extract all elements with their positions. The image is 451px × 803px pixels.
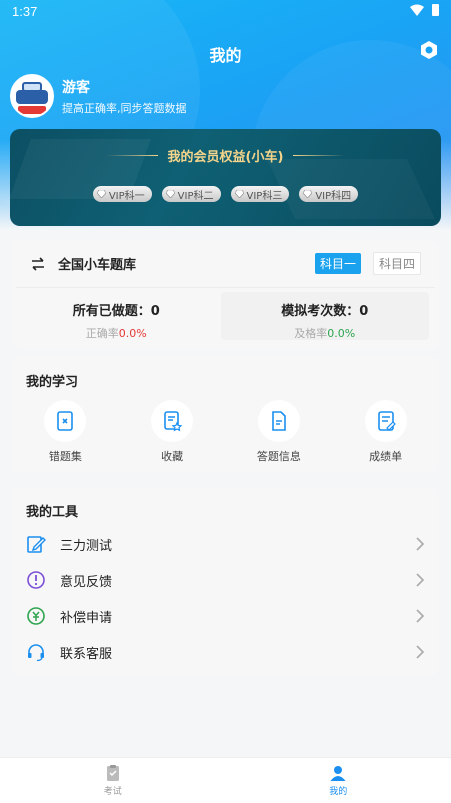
chevron-right-icon (416, 645, 425, 659)
vip-title-divider (293, 155, 346, 156)
tools-section-title: 我的工具 (26, 505, 79, 520)
exam-icon (106, 765, 119, 781)
subject-tab-k1[interactable]: 科目一 (314, 253, 361, 274)
profile-section[interactable]: 游客 提高正确率,同步答题数据 (10, 74, 187, 118)
status-bar: 1:37 (0, 0, 451, 24)
user-subtitle: 提高正确率,同步答题数据 (62, 101, 187, 115)
study-section-title: 我的学习 (26, 375, 79, 390)
edit-test-icon (27, 536, 46, 553)
study-item-wrong-book[interactable]: 错题集 (12, 400, 119, 464)
chevron-right-icon (416, 573, 425, 587)
battery-icon (432, 4, 439, 16)
score-report-icon (377, 411, 396, 431)
tool-contact-service[interactable]: 联系客服 (12, 634, 439, 670)
study-item-score-report[interactable]: 成绩单 (332, 400, 439, 464)
wifi-icon (410, 4, 424, 16)
vip-badge-k2[interactable]: VIP科二 (161, 186, 221, 202)
vip-benefits-card[interactable]: 我的会员权益(小车) VIP科一 VIP科二 VIP科三 VIP科四 (10, 129, 441, 226)
vip-badge-k1[interactable]: VIP科一 (92, 186, 152, 202)
my-tools-card: 我的工具 三力测试 意见反馈 补偿申请 联系客服 (12, 487, 439, 676)
tab-mine[interactable]: 我的 (226, 758, 451, 803)
vip-badge-k4[interactable]: VIP科四 (299, 186, 359, 202)
tool-feedback[interactable]: 意见反馈 (12, 562, 439, 598)
wrong-book-icon (57, 411, 74, 431)
mock-exam-stat[interactable]: 模拟考次数：0 及格率0.0% (220, 292, 429, 340)
tool-three-skills-test[interactable]: 三力测试 (12, 526, 439, 562)
chevron-right-icon (416, 537, 425, 551)
vip-badge-k3[interactable]: VIP科三 (230, 186, 290, 202)
avatar[interactable] (10, 74, 54, 118)
feedback-icon (27, 571, 45, 589)
diamond-icon (96, 190, 106, 198)
question-bank-name[interactable]: 全国小车题库 (58, 254, 303, 273)
vip-title: 我的会员权益(小车) (167, 150, 284, 165)
chevron-right-icon (416, 609, 425, 623)
compensation-icon (27, 607, 45, 625)
diamond-icon (234, 190, 244, 198)
tool-compensation[interactable]: 补偿申请 (12, 598, 439, 634)
question-bank-card: 全国小车题库 科目一 科目四 所有已做题：0 正确率0.0% 模拟考次数：0 及… (12, 240, 439, 350)
status-time: 1:37 (12, 4, 38, 19)
done-questions-stat[interactable]: 所有已做题：0 正确率0.0% (12, 288, 221, 341)
vip-title-divider (105, 155, 158, 156)
diamond-icon (165, 190, 175, 198)
answer-info-icon (272, 411, 286, 431)
user-name: 游客 (62, 79, 90, 96)
user-icon (330, 766, 346, 781)
settings-icon[interactable] (419, 40, 439, 60)
study-item-favorite[interactable]: 收藏 (119, 400, 226, 464)
my-study-card: 我的学习 错题集 收藏 答题信息 成绩单 (12, 357, 439, 473)
tab-exam[interactable]: 考试 (0, 758, 226, 803)
favorite-icon (164, 411, 183, 432)
page-title: 我的 (209, 46, 242, 65)
study-item-answer-info[interactable]: 答题信息 (226, 400, 333, 464)
headset-icon (28, 644, 44, 662)
swap-icon[interactable] (30, 256, 46, 272)
diamond-icon (303, 190, 313, 198)
subject-tab-k4[interactable]: 科目四 (372, 252, 421, 275)
bottom-tab-bar: 考试 我的 (0, 757, 451, 803)
